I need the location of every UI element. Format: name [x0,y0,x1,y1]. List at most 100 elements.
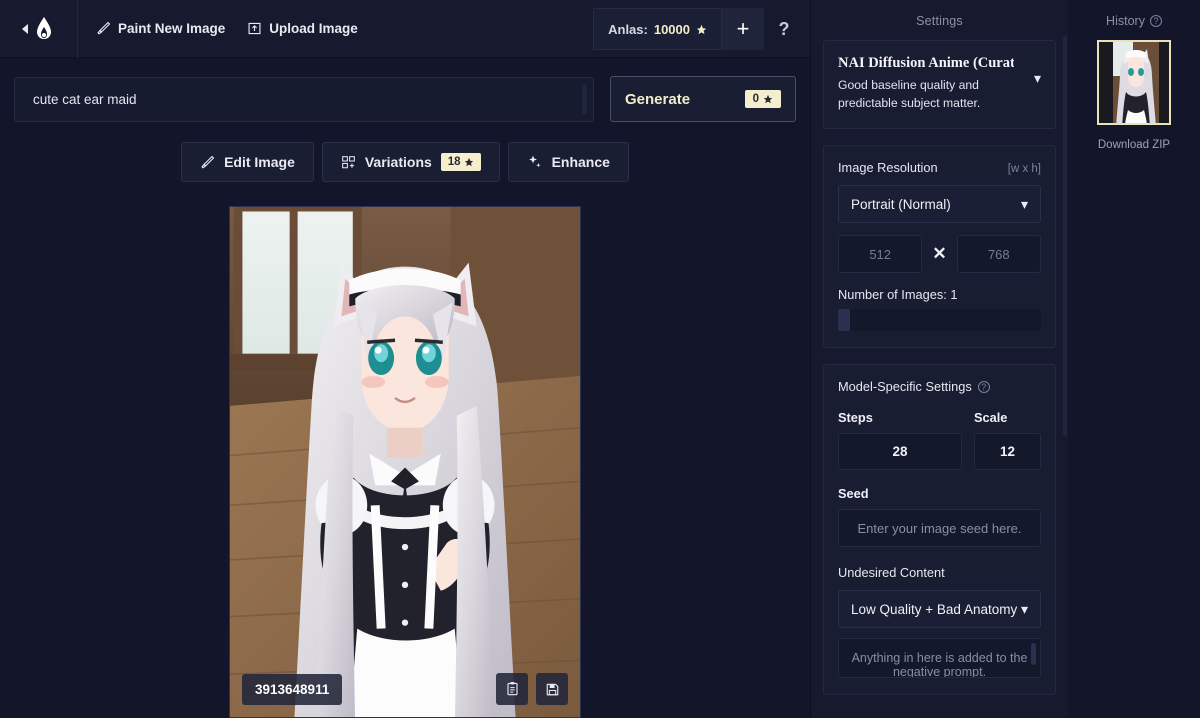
edit-image-label: Edit Image [224,154,295,170]
generated-image [230,207,580,717]
generate-label: Generate [625,90,691,108]
collapse-left-arrow-icon[interactable] [22,23,28,34]
model-text-block: NAI Diffusion Anime (Curated) Good basel… [838,55,1014,112]
number-of-images-row: Number of Images: 1 [838,287,1041,302]
undesired-content-placeholder: Anything in here is added to the negativ… [851,651,1028,679]
history-panel: History ? Download ZIP [1068,0,1200,718]
variations-cost-value: 18 [447,156,461,168]
prompt-value: cute cat ear maid [33,91,137,107]
seed-badge[interactable]: 3913648911 [242,674,343,705]
top-toolbar: Paint New Image Upload Image Anlas: 1000… [0,0,810,58]
copy-to-clipboard-button[interactable] [496,673,528,705]
brush-icon [201,155,215,168]
resolution-label-row: Image Resolution [w x h] [838,160,1041,175]
generate-cost-badge: 0 [744,90,781,108]
edit-image-button[interactable]: Edit Image [181,142,314,182]
dimension-row: 512 ✕ 768 [838,235,1041,274]
clipboard-icon [506,681,518,696]
undesired-content-textarea[interactable]: Anything in here is added to the negativ… [838,638,1041,679]
anlas-counter[interactable]: Anlas: 10000 [593,8,722,50]
question-circle-icon[interactable]: ? [1149,15,1162,27]
model-specific-title-row: Model-Specific Settings ? [838,379,1041,394]
resolution-preset-value: Portrait (Normal) [851,196,951,212]
anlas-label: Anlas: [608,21,648,37]
generated-image-container[interactable]: 3913648911 [229,206,581,718]
paint-new-image-label: Paint New Image [118,21,226,36]
history-thumbnail[interactable] [1097,40,1171,125]
floppy-save-icon [546,683,558,695]
anlas-icon [763,94,773,104]
height-input[interactable]: 768 [956,235,1041,274]
scale-field: Scale 12 [973,410,1041,471]
image-action-row: Edit Image Variations 18 Enhance [0,142,810,182]
sparkles-icon [528,155,541,168]
resolution-hint: [w x h] [1007,163,1041,176]
variations-button[interactable]: Variations 18 [321,142,500,182]
seed-input[interactable]: Enter your image seed here. [838,509,1041,548]
topbar-actions: Paint New Image Upload Image [78,21,358,36]
question-circle-icon[interactable]: ? [977,380,990,393]
model-specific-title: Model-Specific Settings [838,379,972,395]
number-of-images-slider[interactable] [838,309,1041,332]
steps-field: Steps 28 [838,410,962,471]
model-selector-card[interactable]: NAI Diffusion Anime (Curated) Good basel… [823,40,1056,130]
chevron-down-icon[interactable]: ▾ [1021,197,1028,211]
number-of-images-label: Number of Images: [838,287,947,303]
chevron-down-icon[interactable]: ▾ [1021,602,1028,616]
download-zip-button[interactable]: Download ZIP [1068,139,1200,151]
model-row: NAI Diffusion Anime (Curated) Good basel… [838,55,1041,112]
model-name: NAI Diffusion Anime (Curated) [838,55,1014,71]
number-of-images-value: 1 [950,287,958,303]
slider-handle[interactable] [838,309,850,332]
grid-plus-icon [342,155,355,168]
anlas-icon [696,24,707,34]
settings-scrollbar[interactable] [1063,36,1067,436]
chevron-down-icon[interactable]: ▾ [1034,55,1041,85]
width-input[interactable]: 512 [838,235,923,274]
seed-label: Seed [838,486,869,502]
anlas-zone: Anlas: 10000 + ? [593,8,804,50]
textarea-scrollbar[interactable] [1031,643,1036,666]
steps-input[interactable]: 28 [838,433,962,471]
history-title: History [1106,14,1145,28]
image-resolution-label: Image Resolution [838,160,938,176]
prompt-scrollbar[interactable] [582,83,587,115]
prompt-row: cute cat ear maid Generate 0 [0,58,810,122]
enhance-button[interactable]: Enhance [507,142,629,182]
model-description: Good baseline quality and predictable su… [838,78,981,110]
history-title-row: History ? [1068,0,1200,40]
logo-zone [0,0,78,58]
brush-icon [97,21,111,35]
undesired-preset-select[interactable]: Low Quality + Bad Anatomy ▾ [838,590,1041,629]
variations-cost-badge: 18 [440,153,481,171]
settings-panel: Settings NAI Diffusion Anime (Curated) G… [810,0,1068,718]
anlas-value: 10000 [653,21,690,37]
variations-label: Variations [364,154,432,170]
steps-scale-row: Steps 28 Scale 12 [838,410,1041,471]
save-image-button[interactable] [536,673,568,705]
resolution-preset-select[interactable]: Portrait (Normal) ▾ [838,185,1041,224]
history-thumbnail-image [1099,42,1169,123]
scale-label: Scale [973,410,1008,426]
novelai-quill-icon[interactable] [33,16,55,41]
paint-new-image-button[interactable]: Paint New Image [96,21,225,36]
help-button[interactable]: ? [764,8,804,50]
novelai-image-generation-app: Paint New Image Upload Image Anlas: 1000… [0,0,1200,718]
upload-icon [248,22,261,35]
image-action-buttons [496,673,568,705]
upload-image-label: Upload Image [269,21,358,36]
enhance-label: Enhance [551,154,610,170]
add-anlas-button[interactable]: + [722,8,764,50]
scale-input[interactable]: 12 [973,433,1041,471]
undesired-preset-value: Low Quality + Bad Anatomy [851,601,1018,617]
generate-button[interactable]: Generate 0 [610,76,796,122]
image-resolution-card: Image Resolution [w x h] Portrait (Norma… [823,145,1056,349]
prompt-input[interactable]: cute cat ear maid [14,76,594,122]
undesired-content-label: Undesired Content [838,565,945,581]
steps-label: Steps [838,410,873,426]
model-specific-settings-card: Model-Specific Settings ? Steps 28 Scale… [823,364,1056,696]
anlas-icon [464,157,473,167]
settings-title: Settings [916,14,963,28]
upload-image-button[interactable]: Upload Image [247,21,358,36]
dimension-separator-icon: ✕ [932,244,947,264]
